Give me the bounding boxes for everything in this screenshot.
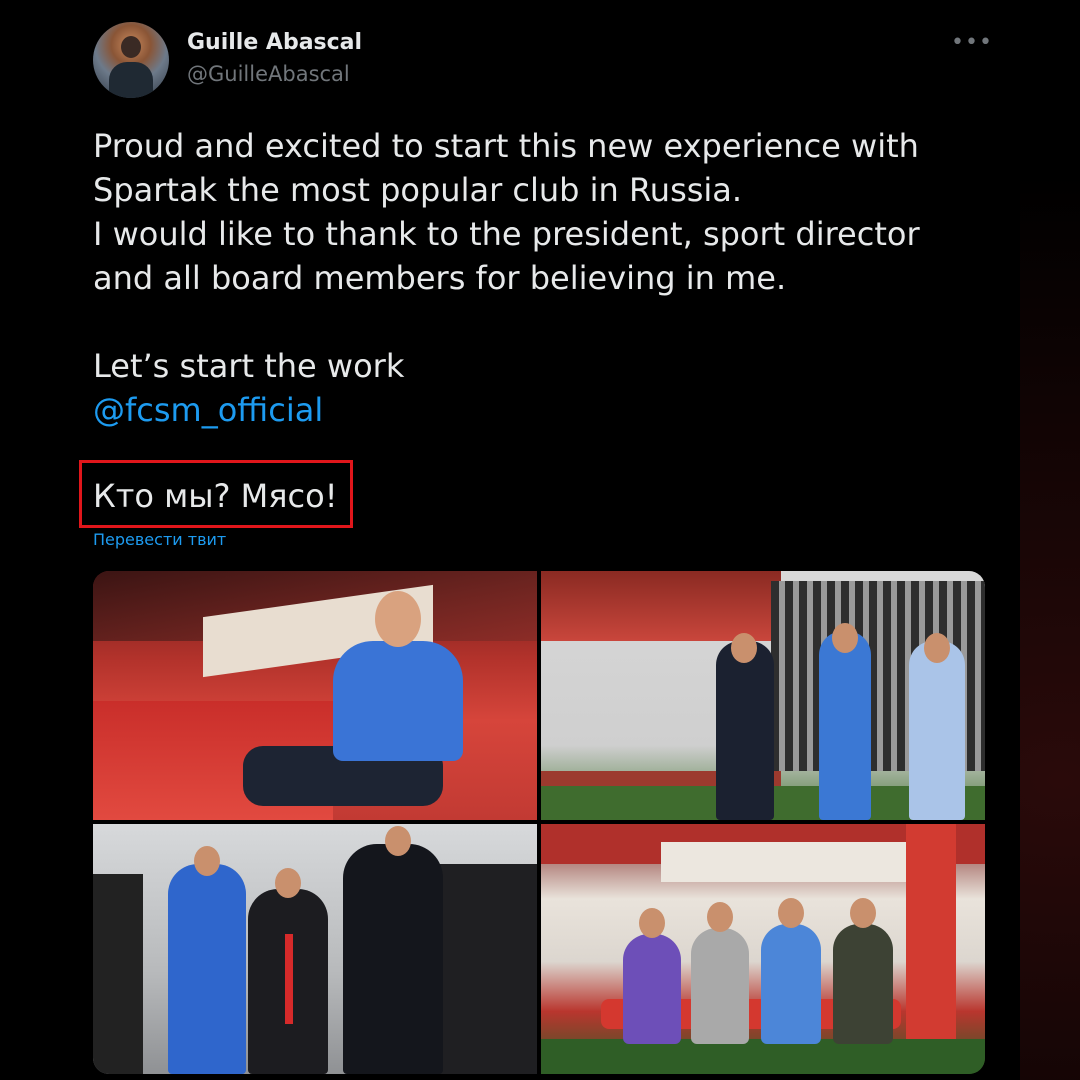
grass xyxy=(541,1039,985,1074)
person-head xyxy=(731,633,757,663)
person-blue-shirt xyxy=(761,924,821,1044)
media-grid xyxy=(93,571,985,1074)
red-tie xyxy=(285,934,293,1024)
screenshot-frame: Guille Abascal @GuilleAbascal ••• Proud … xyxy=(0,0,1080,1080)
avatar-head xyxy=(121,36,141,58)
person-olive-sweater xyxy=(833,924,893,1044)
avatar-body xyxy=(109,62,153,98)
person-light-shirt xyxy=(909,641,965,820)
pitch-walk-photo[interactable] xyxy=(541,571,985,820)
person-head xyxy=(375,591,421,647)
mention-link[interactable]: @fcsm_official xyxy=(93,388,973,432)
person-head xyxy=(639,908,665,938)
person-head xyxy=(707,902,733,932)
tweet-russian-line: Кто мы? Мясо! xyxy=(93,477,338,515)
person-head xyxy=(194,846,220,876)
tweet-paragraph-2: Let’s start the work xyxy=(93,347,405,385)
tweet-text: Proud and excited to start this new expe… xyxy=(93,124,973,432)
person-blue-shirt xyxy=(168,864,246,1074)
author-handle[interactable]: @GuilleAbascal xyxy=(187,62,350,86)
bench-group-photo[interactable] xyxy=(541,824,985,1074)
author-avatar[interactable] xyxy=(93,22,169,98)
person-head xyxy=(275,868,301,898)
person-purple-shirt xyxy=(623,934,681,1044)
person-blue-shirt xyxy=(333,641,463,761)
person-head xyxy=(924,633,950,663)
tweet-paragraph-1: Proud and excited to start this new expe… xyxy=(93,127,920,297)
person-head xyxy=(385,826,411,856)
more-horizontal-icon[interactable]: ••• xyxy=(951,28,992,56)
primavera-sign xyxy=(661,842,911,882)
person-head xyxy=(850,898,876,928)
person-grey-shirt xyxy=(691,928,749,1044)
stadium-stand xyxy=(541,571,781,641)
tweet-card: Guille Abascal @GuilleAbascal ••• Proud … xyxy=(62,0,1020,1080)
person-suit xyxy=(716,641,774,820)
dugout-photo[interactable] xyxy=(93,571,537,820)
red-pillar xyxy=(906,824,956,1074)
person-head xyxy=(832,623,858,653)
locker-left xyxy=(93,874,143,1074)
translate-tweet-link[interactable]: Перевести твит xyxy=(93,530,226,549)
person-blue-shirt xyxy=(819,631,871,820)
locker-room-photo[interactable] xyxy=(93,824,537,1074)
author-name[interactable]: Guille Abascal xyxy=(187,30,362,55)
person-dark-jacket xyxy=(343,844,443,1074)
person-head xyxy=(778,898,804,928)
